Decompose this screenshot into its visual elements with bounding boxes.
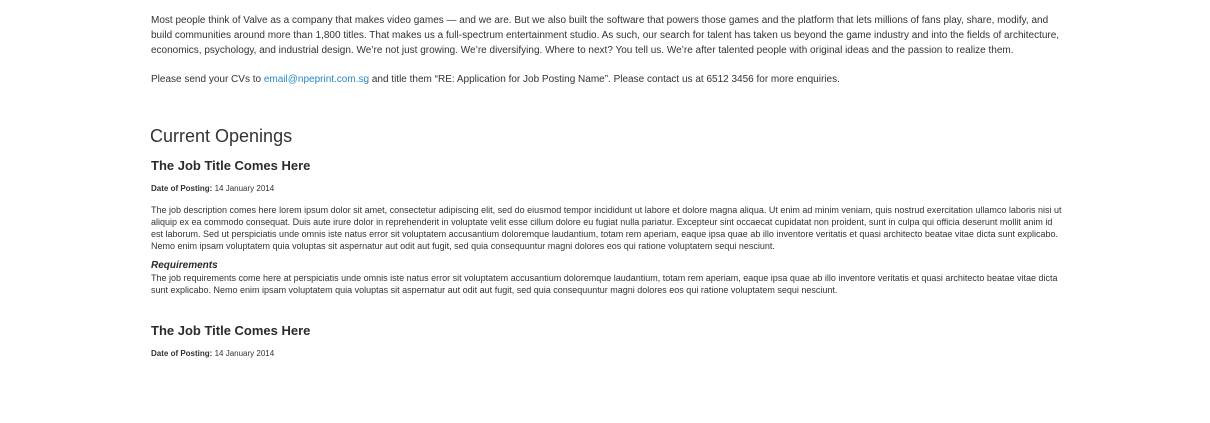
posting-date: Date of Posting: 14 January 2014 bbox=[151, 183, 1063, 194]
careers-content: Most people think of Valve as a company … bbox=[150, 0, 1063, 359]
requirements-heading: Requirements bbox=[151, 260, 218, 271]
current-openings-heading: Current Openings bbox=[150, 126, 293, 146]
posting-date-value: 14 January 2014 bbox=[212, 184, 275, 193]
job-title: The Job Title Comes Here bbox=[151, 323, 311, 338]
posting-date-label: Date of Posting: bbox=[151, 349, 213, 358]
careers-page: Most people think of Valve as a company … bbox=[0, 0, 1210, 423]
requirements-text: The job requirements come here at perspi… bbox=[151, 273, 1058, 295]
email-link[interactable]: email@npeprint.com.sg bbox=[264, 74, 369, 85]
intro-paragraph: Most people think of Valve as a company … bbox=[151, 15, 1060, 56]
cv-suffix: and title them “RE: Application for Job … bbox=[369, 74, 840, 85]
job-posting: The Job Title Comes Here Date of Posting… bbox=[151, 158, 1063, 296]
posting-date-value: 14 January 2014 bbox=[212, 349, 275, 358]
cv-instructions: Please send your CVs to email@npeprint.c… bbox=[151, 72, 1063, 87]
cv-prefix: Please send your CVs to bbox=[151, 74, 264, 85]
posting-date-label: Date of Posting: bbox=[151, 184, 213, 193]
job-posting: The Job Title Comes Here Date of Posting… bbox=[151, 323, 1063, 359]
posting-date: Date of Posting: 14 January 2014 bbox=[151, 348, 1063, 359]
job-description: The job description comes here lorem ips… bbox=[151, 205, 1062, 251]
job-title: The Job Title Comes Here bbox=[151, 158, 311, 173]
